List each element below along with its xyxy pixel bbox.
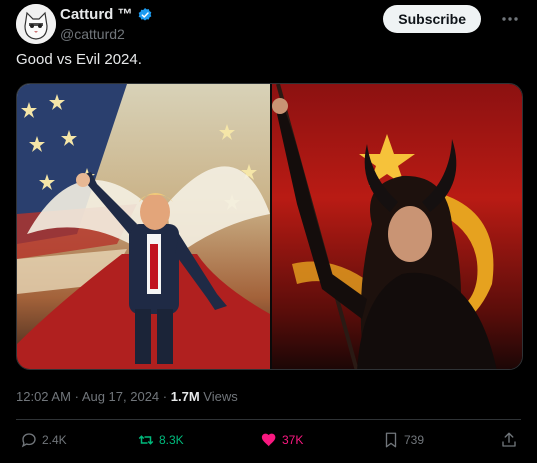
- bookmark-count: 739: [404, 433, 425, 447]
- user-handle[interactable]: @catturd2: [60, 26, 153, 42]
- display-name-text: Catturd ™: [60, 6, 133, 23]
- tweet-meta: 12:02 AM · Aug 17, 2024 · 1.7M Views: [16, 389, 238, 404]
- retweet-count: 8.3K: [159, 433, 184, 447]
- avatar[interactable]: [16, 4, 56, 44]
- retweet-icon: [138, 435, 154, 445]
- tweet-text: Good vs Evil 2024.: [16, 51, 142, 68]
- heart-icon: [261, 433, 276, 447]
- meta-separator: ·: [74, 389, 79, 404]
- tweet-time[interactable]: 12:02 AM: [16, 389, 71, 404]
- subscribe-button[interactable]: Subscribe: [383, 5, 481, 33]
- tweet-actions: 2.4K 8.3K 37K 739: [16, 427, 521, 453]
- red-flag-horned-illustration-icon: [272, 84, 497, 369]
- cat-avatar-icon: [16, 4, 56, 44]
- meta-separator: ·: [162, 389, 168, 404]
- share-button[interactable]: [500, 431, 518, 449]
- more-horizontal-icon[interactable]: [501, 12, 519, 26]
- reply-button[interactable]: 2.4K: [20, 431, 67, 449]
- media-image-good[interactable]: [17, 84, 270, 369]
- flag-angel-illustration-icon: [17, 84, 270, 369]
- verified-badge-icon: [138, 7, 151, 21]
- reply-count: 2.4K: [42, 433, 67, 447]
- display-name[interactable]: Catturd ™: [60, 6, 153, 23]
- media-image-evil[interactable]: [272, 84, 522, 369]
- actions-divider: [16, 419, 521, 420]
- share-icon: [502, 432, 516, 447]
- reply-icon: [21, 433, 36, 448]
- tweet-media[interactable]: [16, 83, 523, 370]
- like-count: 37K: [282, 433, 304, 447]
- bookmark-button[interactable]: 739: [382, 431, 424, 449]
- views-label: Views: [203, 389, 238, 404]
- tweet-date[interactable]: Aug 17, 2024: [82, 389, 159, 404]
- tweet-header: Catturd ™ @catturd2 Subscribe: [16, 4, 521, 44]
- views-count: 1.7M: [170, 389, 200, 404]
- like-button[interactable]: 37K: [260, 431, 303, 449]
- bookmark-icon: [385, 432, 397, 448]
- retweet-button[interactable]: 8.3K: [137, 431, 184, 449]
